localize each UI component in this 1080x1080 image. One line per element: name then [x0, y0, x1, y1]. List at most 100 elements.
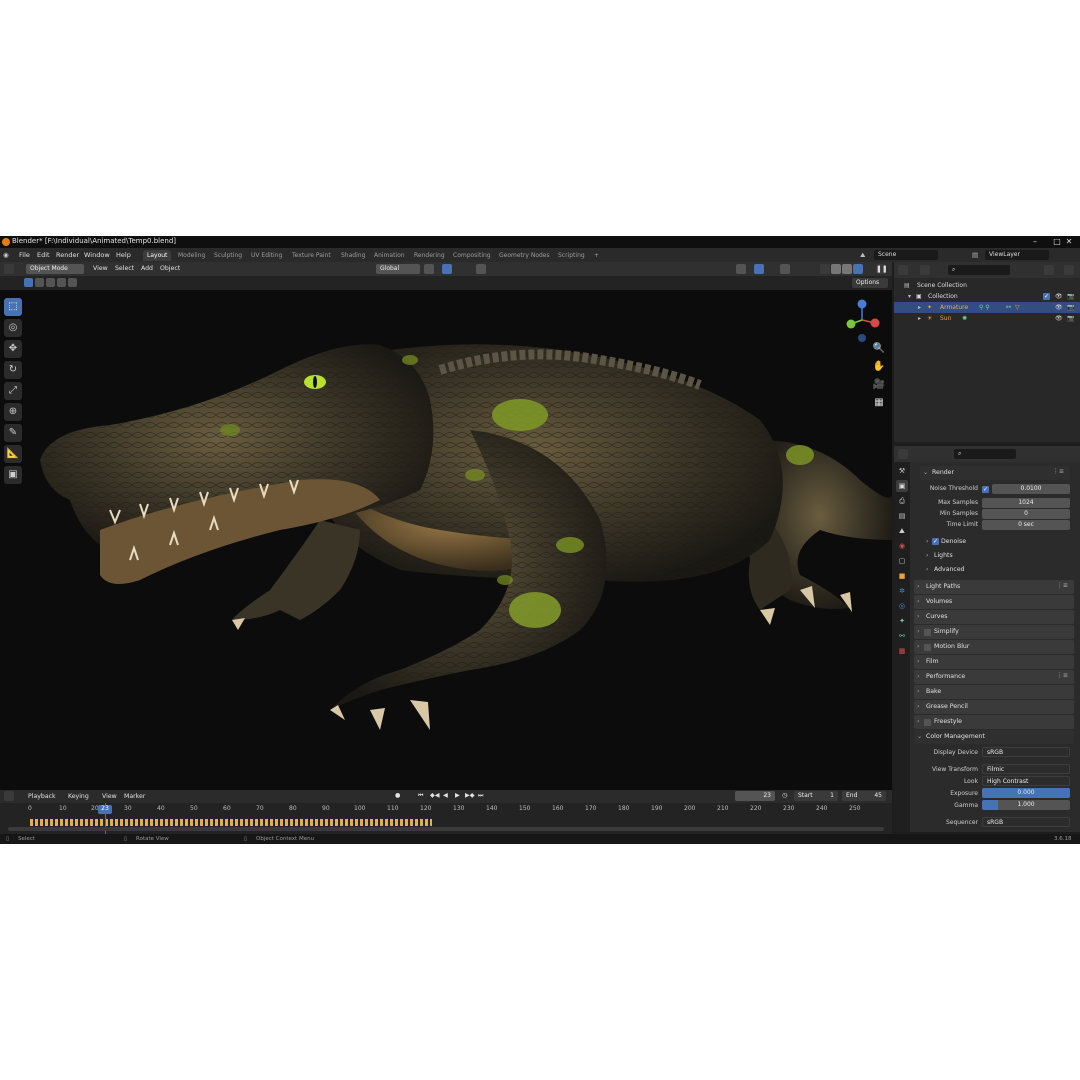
start-frame-field[interactable]: Start 1 — [794, 791, 838, 801]
proportional-edit-icon[interactable] — [476, 264, 486, 274]
menu-keying[interactable]: Keying — [68, 793, 89, 800]
prev-keyframe-icon[interactable]: ◆◀ — [430, 792, 440, 799]
subpanel-advanced[interactable]: Advanced — [934, 566, 965, 573]
outliner-row-scene-collection[interactable]: ▤ Scene Collection — [894, 280, 1080, 291]
gizmo-icon[interactable] — [754, 264, 764, 274]
collection-visibility-icon[interactable]: 👁 — [1055, 293, 1063, 300]
sun-visibility-icon[interactable]: 👁 — [1055, 315, 1063, 322]
orientation-dropdown[interactable]: Global — [376, 264, 420, 274]
menu-marker[interactable]: Marker — [124, 793, 145, 800]
tab-rendering[interactable]: Rendering — [410, 250, 449, 261]
menu-view[interactable]: View — [93, 265, 108, 272]
measure-icon[interactable]: 📐 — [4, 445, 22, 463]
panel-grease-pencil[interactable]: › Grease Pencil — [914, 700, 1074, 714]
clock-icon[interactable]: ◷ — [782, 792, 787, 799]
noise-threshold-field[interactable]: 0.0100 — [992, 484, 1070, 494]
select-mode-extend-icon[interactable] — [35, 278, 44, 287]
subpanel-lights[interactable]: Lights — [934, 552, 953, 559]
jump-start-icon[interactable]: ⏮ — [418, 792, 424, 800]
timeline-editor-icon[interactable] — [4, 791, 14, 801]
filter-icon[interactable] — [1044, 265, 1054, 275]
panel-bake[interactable]: › Bake — [914, 685, 1074, 699]
tab-sculpting[interactable]: Sculpting — [210, 250, 246, 261]
scale-icon[interactable]: ⤢ — [4, 382, 22, 400]
noise-threshold-checkbox[interactable]: ✓ — [982, 486, 989, 493]
exposure-slider[interactable]: 0.000 — [982, 788, 1070, 798]
collection-checkbox[interactable]: ✓ — [1043, 293, 1050, 300]
panel-film[interactable]: › Film — [914, 655, 1074, 669]
outliner-row-collection[interactable]: ▾ ▣ Collection ✓ 👁 📷 — [894, 291, 1080, 302]
object-data-tab-icon[interactable]: ✦ — [896, 615, 908, 627]
camera-view-icon[interactable]: 🎥 — [872, 378, 886, 392]
select-box-icon[interactable]: ⬚ — [4, 298, 22, 316]
jump-end-icon[interactable]: ⏭ — [478, 792, 484, 800]
ortho-grid-icon[interactable]: ▦ — [872, 396, 886, 410]
tab-geometry-nodes[interactable]: Geometry Nodes — [495, 250, 554, 261]
min-samples-field[interactable]: 0 — [982, 509, 1070, 519]
tab-scripting[interactable]: Scripting — [554, 250, 589, 261]
mode-dropdown[interactable]: Object Mode — [26, 264, 84, 274]
move-icon[interactable]: ✥ — [4, 340, 22, 358]
panel-light-paths[interactable]: › Light Paths ⋮≡ — [914, 580, 1074, 594]
panel-render[interactable]: ⌄ Render ⋮≡ — [920, 466, 1070, 480]
overlay-icon[interactable] — [780, 264, 790, 274]
panel-volumes[interactable]: › Volumes — [914, 595, 1074, 609]
world-tab-icon[interactable]: ◉ — [896, 540, 908, 552]
select-mode-intersect-icon[interactable] — [68, 278, 77, 287]
menu-window[interactable]: Window — [84, 251, 110, 259]
tab-animation[interactable]: Animation — [370, 250, 409, 261]
navigation-gizmo[interactable] — [842, 296, 892, 346]
visibility-icon[interactable] — [736, 264, 746, 274]
chevron-right-icon[interactable]: › — [926, 538, 928, 545]
chevron-right-icon[interactable]: › — [926, 566, 928, 573]
expand-chevron-icon[interactable]: ▾ — [908, 293, 911, 300]
next-keyframe-icon[interactable]: ▶◆ — [465, 792, 475, 799]
snap-icon[interactable] — [442, 264, 452, 274]
rendered-shading-icon[interactable] — [853, 264, 863, 274]
armature-render-icon[interactable]: 📷 — [1067, 304, 1074, 311]
panel-motion-blur[interactable]: › Motion Blur — [914, 640, 1074, 654]
tab-texture-paint[interactable]: Texture Paint — [288, 250, 335, 261]
display-device-dropdown[interactable]: sRGB — [982, 747, 1070, 757]
transform-icon[interactable]: ⊕ — [4, 403, 22, 421]
view-layer-selector[interactable]: ViewLayer — [985, 250, 1049, 260]
chevron-right-icon[interactable]: › — [926, 552, 928, 559]
collection-render-icon[interactable]: 📷 — [1067, 293, 1074, 300]
look-dropdown[interactable]: High Contrast — [982, 776, 1070, 786]
outliner-row-sun[interactable]: ▸ ☀ Sun ✺ 👁 📷 — [894, 313, 1080, 324]
tab-shading[interactable]: Shading — [337, 250, 369, 261]
timeline-scrollbar[interactable] — [8, 827, 884, 831]
play-icon[interactable]: ▶ — [455, 792, 460, 799]
properties-editor-icon[interactable] — [898, 449, 908, 459]
tab-layout[interactable]: Layout — [143, 250, 172, 261]
denoise-checkbox[interactable]: ✓ — [932, 538, 939, 545]
3d-viewport[interactable]: ⬚ ◎ ✥ ↻ ⤢ ⊕ ✎ 📐 ▣ 🔍 ✋ 🎥 ▦ — [0, 290, 892, 790]
select-mode-invert-icon[interactable] — [57, 278, 66, 287]
end-frame-field[interactable]: End 45 — [842, 791, 886, 801]
add-workspace-button[interactable]: + — [590, 250, 603, 261]
select-mode-new-icon[interactable] — [24, 278, 33, 287]
physics-tab-icon[interactable]: ◎ — [896, 600, 908, 612]
menu-render[interactable]: Render — [56, 251, 79, 259]
minimize-button[interactable]: – — [1024, 236, 1046, 248]
simplify-checkbox[interactable] — [924, 629, 931, 636]
pivot-icon[interactable] — [424, 264, 434, 274]
view-transform-dropdown[interactable]: Filmic — [982, 764, 1070, 774]
tab-uv-editing[interactable]: UV Editing — [247, 250, 286, 261]
panel-menu-icon[interactable]: ⋮≡ — [1057, 672, 1068, 679]
tab-modeling[interactable]: Modeling — [174, 250, 209, 261]
outliner-editor-icon[interactable] — [898, 265, 908, 275]
material-shading-icon[interactable] — [842, 264, 852, 274]
add-cube-icon[interactable]: ▣ — [4, 466, 22, 484]
cursor-icon[interactable]: ◎ — [4, 319, 22, 337]
freestyle-checkbox[interactable] — [924, 719, 931, 726]
wireframe-shading-icon[interactable] — [820, 264, 830, 274]
menu-view-timeline[interactable]: View — [102, 793, 117, 800]
scene-selector[interactable]: Scene — [874, 250, 938, 260]
new-collection-icon[interactable] — [1064, 265, 1074, 275]
menu-file[interactable]: File — [19, 251, 30, 259]
object-tab-icon[interactable]: ■ — [896, 570, 908, 582]
menu-select[interactable]: Select — [115, 265, 134, 272]
gamma-slider[interactable]: 1.000 — [982, 800, 1070, 810]
current-frame-field[interactable]: 23 — [735, 791, 775, 801]
